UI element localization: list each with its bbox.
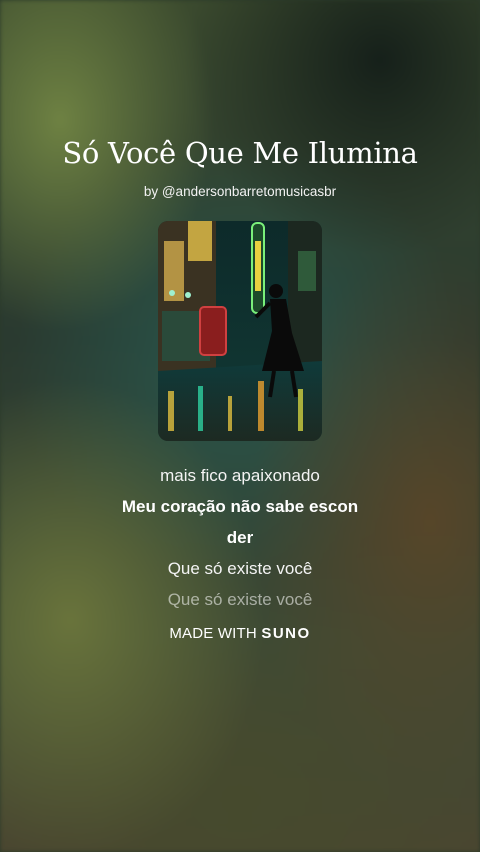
lyric-line-current: der xyxy=(226,528,254,547)
lyric-line: mais fico apaixonado xyxy=(160,466,320,485)
album-cover xyxy=(158,221,322,441)
song-title: Só Você Que Me Ilumina xyxy=(62,136,418,170)
made-with-label: MADE WITH xyxy=(169,625,257,642)
suno-logo: SUNO xyxy=(261,625,311,642)
lyric-line: Que só existe você xyxy=(167,590,313,609)
lyrics-panel: mais fico apaixonado Meu coração não sab… xyxy=(0,460,480,615)
artist-byline: by @andersonbarretomusicasbr xyxy=(143,184,337,199)
lyric-line: Que só existe você xyxy=(167,559,313,578)
album-cover-image xyxy=(158,221,322,441)
made-with-suno: MADE WITH SUNO xyxy=(0,625,480,642)
lyric-line-current: Meu coração não sabe escon xyxy=(121,497,359,516)
